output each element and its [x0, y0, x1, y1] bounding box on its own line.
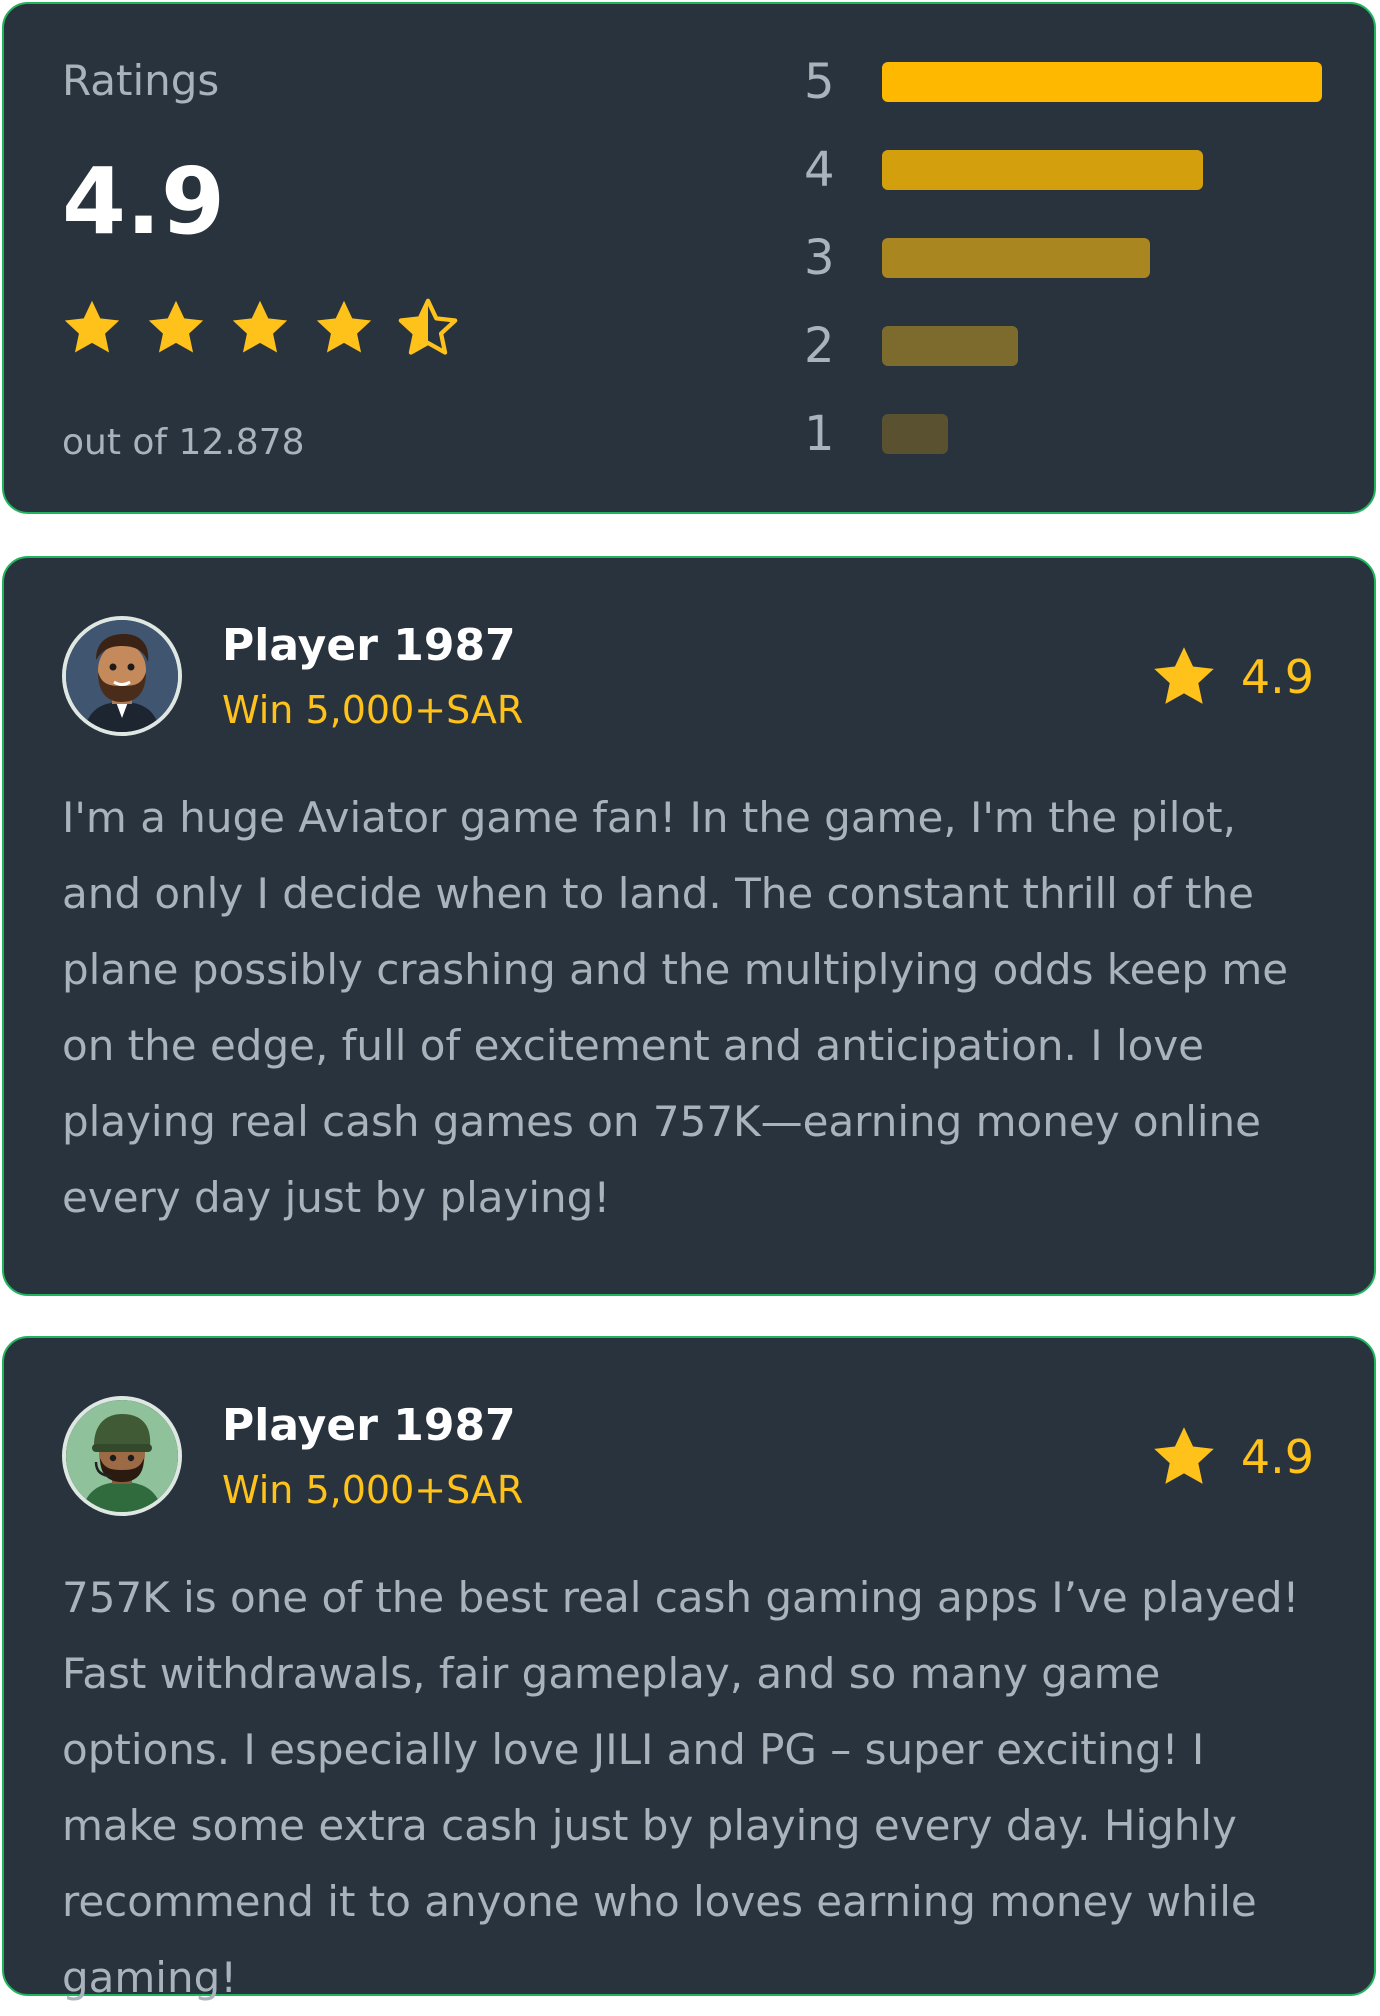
ratings-total-count: out of 12.878 [62, 422, 305, 463]
rating-distribution-star-label: 4 [804, 142, 835, 198]
star-icon [148, 300, 204, 353]
review-rating-value: 4.9 [1240, 1430, 1314, 1484]
rating-distribution-bar [882, 238, 1150, 278]
review-card: Player 1987 Win 5,000+SAR 4.9 I'm a huge… [2, 556, 1376, 1296]
avatar [62, 616, 182, 736]
review-card: Player 1987 Win 5,000+SAR 4.9 757K is on… [2, 1336, 1376, 2002]
star-icon [232, 300, 288, 353]
player-name: Player 1987 [222, 620, 516, 671]
review-rating: 4.9 [1149, 1422, 1314, 1492]
rating-distribution-star-label: 5 [804, 54, 835, 110]
rating-distribution-row: 3 [804, 228, 1150, 288]
star-icon [316, 300, 372, 353]
player-win-amount: Win 5,000+SAR [222, 1468, 524, 1512]
star-icon [64, 300, 120, 353]
rating-distribution-star-label: 1 [804, 406, 835, 462]
rating-distribution-bar [882, 414, 948, 454]
rating-distribution-bar [882, 150, 1203, 190]
review-rating-value: 4.9 [1240, 650, 1314, 704]
ratings-score: 4.9 [62, 148, 225, 255]
ratings-summary-card: Ratings 4.9 out of 12.878 5 4 3 2 1 [2, 2, 1376, 514]
player-name: Player 1987 [222, 1400, 516, 1451]
rating-distribution-bar [882, 326, 1018, 366]
rating-distribution-star-label: 2 [804, 318, 835, 374]
rating-distribution-star-label: 3 [804, 230, 835, 286]
star-icon [1154, 1427, 1214, 1484]
avatar [62, 1396, 182, 1516]
star-icon [1154, 647, 1214, 704]
half-star-icon [398, 298, 458, 355]
rating-distribution-row: 4 [804, 140, 1203, 200]
soldier-avatar-icon [66, 1400, 178, 1512]
review-text: 757K is one of the best real cash gaming… [62, 1573, 1300, 2002]
rating-distribution-row: 5 [804, 52, 1322, 112]
star-rating-row [60, 296, 460, 360]
bearded-man-avatar-icon [66, 620, 178, 732]
rating-distribution-row: 2 [804, 316, 1018, 376]
rating-distribution-row: 1 [804, 404, 948, 464]
rating-distribution-bar [882, 62, 1322, 102]
ratings-label: Ratings [62, 56, 220, 105]
player-win-amount: Win 5,000+SAR [222, 688, 524, 732]
review-rating: 4.9 [1149, 642, 1314, 712]
review-text: I'm a huge Aviator game fan! In the game… [62, 793, 1289, 1222]
